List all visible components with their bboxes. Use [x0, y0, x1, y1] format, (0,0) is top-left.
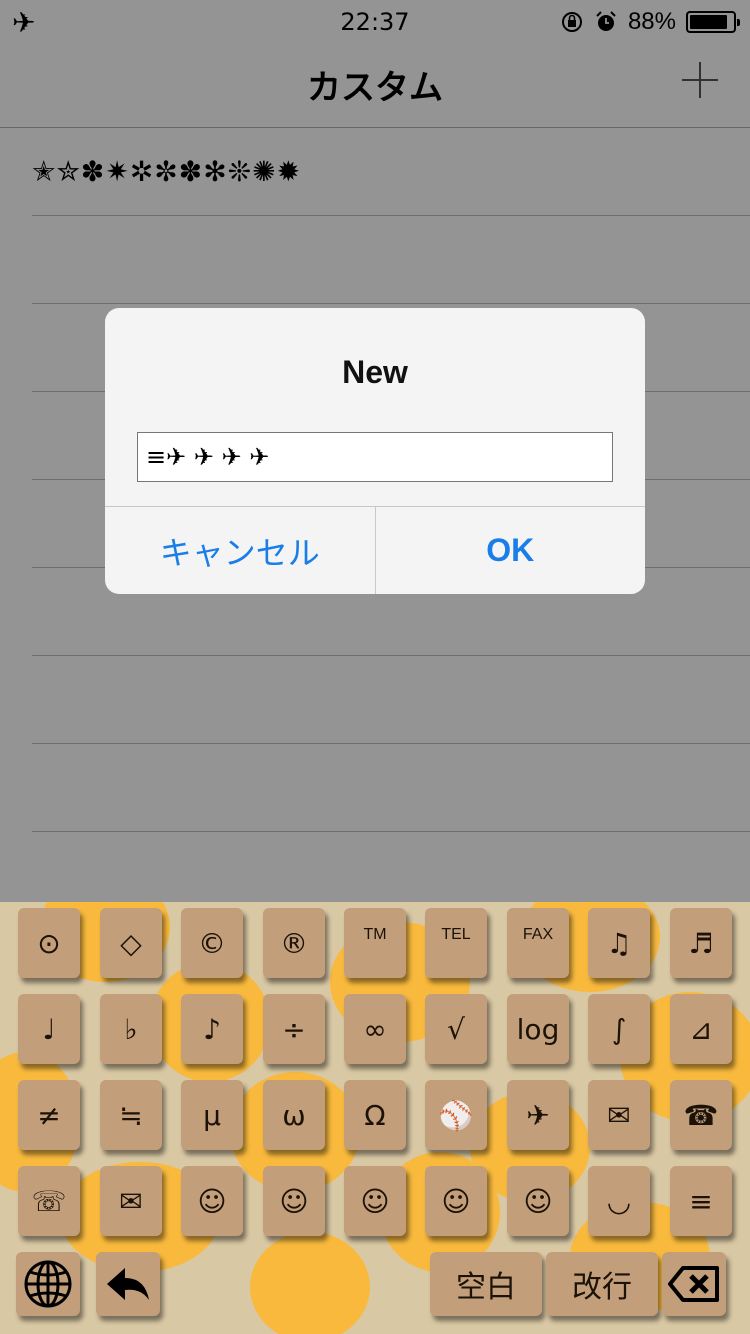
symbol-key[interactable]: ☺	[425, 1166, 487, 1236]
delete-icon	[668, 1266, 719, 1302]
symbol-key[interactable]: FAX	[507, 908, 569, 978]
symbol-key[interactable]: ✉	[100, 1166, 162, 1236]
symbol-key[interactable]: ⊿	[670, 994, 732, 1064]
symbol-key[interactable]: ≠	[18, 1080, 80, 1150]
back-arrow-icon	[107, 1268, 149, 1300]
symbol-key[interactable]: ☎	[670, 1080, 732, 1150]
symbol-key[interactable]: ⚾	[425, 1080, 487, 1150]
symbol-key[interactable]: ⊙	[18, 908, 80, 978]
symbol-key[interactable]: ◇	[100, 908, 162, 978]
symbol-key[interactable]: ✈	[507, 1080, 569, 1150]
symbol-key[interactable]: ÷	[263, 994, 325, 1064]
globe-key[interactable]	[16, 1252, 80, 1316]
symbol-key[interactable]: ω	[263, 1080, 325, 1150]
alert-text-field[interactable]: ≡✈ ✈ ✈ ✈	[137, 432, 613, 482]
symbol-key[interactable]: ☺	[344, 1166, 406, 1236]
symbol-key[interactable]: ☺	[263, 1166, 325, 1236]
ok-button[interactable]: OK	[374, 507, 646, 594]
alert-title: New	[342, 354, 408, 390]
symbol-key[interactable]: ©	[181, 908, 243, 978]
space-key[interactable]: 空白	[430, 1252, 542, 1316]
return-key[interactable]: 改行	[546, 1252, 658, 1316]
symbol-key[interactable]: log	[507, 994, 569, 1064]
background-pattern	[250, 1232, 370, 1334]
symbol-key[interactable]: ♩	[18, 994, 80, 1064]
cancel-button[interactable]: キャンセル	[105, 507, 375, 594]
symbol-key[interactable]: μ	[181, 1080, 243, 1150]
symbol-key[interactable]: ◡	[588, 1166, 650, 1236]
symbol-key[interactable]: √	[425, 994, 487, 1064]
symbol-key[interactable]: ♪	[181, 994, 243, 1064]
symbol-key[interactable]: ∫	[588, 994, 650, 1064]
new-item-alert: New ≡✈ ✈ ✈ ✈ キャンセル OK	[105, 308, 645, 594]
symbol-key[interactable]: ✉	[588, 1080, 650, 1150]
symbol-key[interactable]: Ω	[344, 1080, 406, 1150]
back-key[interactable]	[96, 1252, 160, 1316]
symbol-key[interactable]: ☏	[18, 1166, 80, 1236]
symbol-key[interactable]: ☺	[507, 1166, 569, 1236]
symbol-key[interactable]: TM	[344, 908, 406, 978]
globe-icon	[24, 1260, 72, 1308]
alert-buttons: キャンセル OK	[105, 506, 645, 594]
delete-key[interactable]	[662, 1252, 726, 1316]
symbol-key[interactable]: ≒	[100, 1080, 162, 1150]
symbol-key[interactable]: ☺	[181, 1166, 243, 1236]
symbol-key[interactable]: ♬	[670, 908, 732, 978]
symbol-key[interactable]: ♭	[100, 994, 162, 1064]
symbol-keyboard: ⊙ ◇ © ® TM TEL FAX ♫ ♬ ♩ ♭ ♪ ÷ ∞ √ log ∫ ⊿ ≠ ≒ μ ω Ω ⚾ ✈ ✉ ☎ ☏ ✉ ☺ ☺ ☺ ☺…	[0, 902, 750, 1334]
symbol-key[interactable]: TEL	[425, 908, 487, 978]
symbol-key[interactable]: ∞	[344, 994, 406, 1064]
symbol-key[interactable]: ®	[263, 908, 325, 978]
symbol-key[interactable]: ♫	[588, 908, 650, 978]
symbol-key[interactable]: ≡	[670, 1166, 732, 1236]
